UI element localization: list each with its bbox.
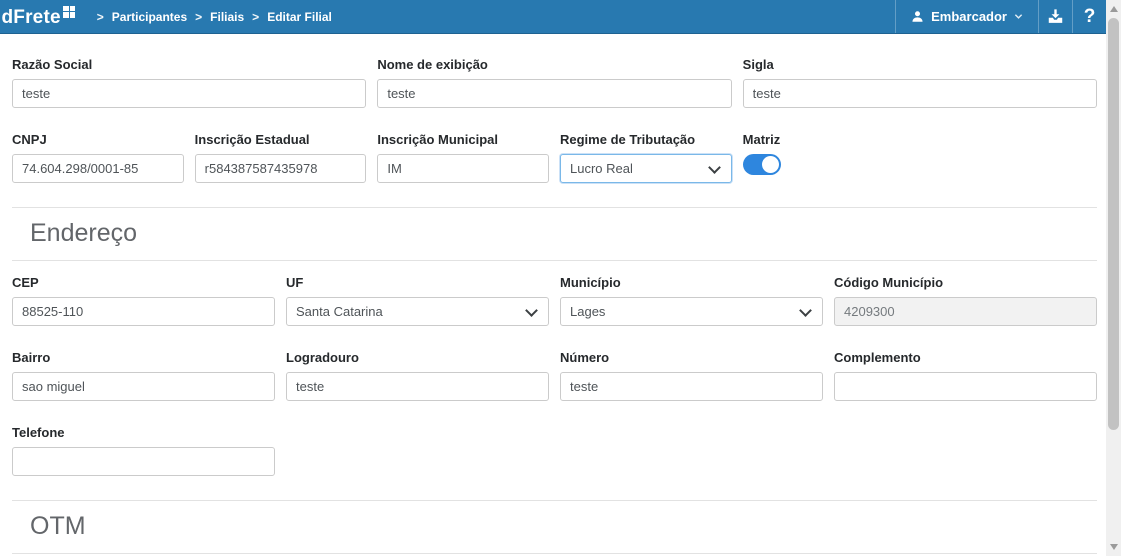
field-telefone: Telefone [12, 425, 275, 476]
cnpj-label: CNPJ [12, 132, 184, 147]
numero-input[interactable] [560, 372, 823, 401]
inscricao-estadual-label: Inscrição Estadual [195, 132, 367, 147]
scrollbar[interactable] [1106, 0, 1121, 556]
regime-tributacao-select[interactable]: Lucro Real [560, 154, 732, 183]
breadcrumb-chevron-icon: > [195, 10, 202, 24]
field-matriz: Matriz [743, 132, 915, 183]
cep-input[interactable] [12, 297, 275, 326]
field-cep: CEP [12, 275, 275, 326]
sigla-label: Sigla [743, 57, 1097, 72]
app-logo-text: ldFrete [0, 7, 61, 29]
field-regime-tributacao: Regime de Tributação Lucro Real [560, 132, 732, 183]
municipio-select[interactable]: Lages [560, 297, 823, 326]
complemento-input[interactable] [834, 372, 1097, 401]
cep-label: CEP [12, 275, 275, 290]
inscricao-municipal-label: Inscrição Municipal [377, 132, 549, 147]
bairro-input[interactable] [12, 372, 275, 401]
field-logradouro: Logradouro [286, 350, 549, 401]
field-municipio: Município Lages [560, 275, 823, 326]
breadcrumb-chevron-icon: > [97, 10, 104, 24]
bairro-label: Bairro [12, 350, 275, 365]
field-inscricao-estadual: Inscrição Estadual [195, 132, 367, 183]
field-codigo-municipio: Código Município [834, 275, 1097, 326]
breadcrumb: > Participantes > Filiais > Editar Filia… [89, 10, 332, 24]
breadcrumb-editar-filial[interactable]: Editar Filial [267, 10, 332, 24]
field-inscricao-municipal: Inscrição Municipal [377, 132, 549, 183]
field-numero: Número [560, 350, 823, 401]
field-razao-social: Razão Social [12, 57, 366, 108]
otm-section-title: OTM [12, 500, 1097, 554]
codigo-municipio-input [834, 297, 1097, 326]
sigla-input[interactable] [743, 79, 1097, 108]
uf-label: UF [286, 275, 549, 290]
scrollbar-down-arrow-icon[interactable] [1110, 544, 1118, 550]
field-bairro: Bairro [12, 350, 275, 401]
app-logo-icon [63, 6, 75, 18]
telefone-label: Telefone [12, 425, 275, 440]
endereco-section-title: Endereço [12, 207, 1097, 261]
codigo-municipio-label: Código Município [834, 275, 1097, 290]
logradouro-input[interactable] [286, 372, 549, 401]
help-button[interactable]: ? [1072, 0, 1106, 33]
user-menu[interactable]: Embarcador [895, 0, 1038, 33]
cnpj-input[interactable] [12, 154, 184, 183]
municipio-select-wrap: Lages [560, 297, 823, 326]
field-sigla: Sigla [743, 57, 1097, 108]
regime-tributacao-select-wrap: Lucro Real [560, 154, 732, 183]
municipio-label: Município [560, 275, 823, 290]
top-bar: ldFrete > Participantes > Filiais > Edit… [0, 0, 1121, 34]
edit-filial-form: Razão Social Nome de exibição Sigla CNPJ… [0, 34, 1106, 556]
uf-select[interactable]: Santa Catarina [286, 297, 549, 326]
inscricao-municipal-input[interactable] [377, 154, 549, 183]
user-menu-label: Embarcador [931, 9, 1007, 24]
field-complemento: Complemento [834, 350, 1097, 401]
nome-exibicao-label: Nome de exibição [377, 57, 731, 72]
breadcrumb-chevron-icon: > [252, 10, 259, 24]
field-uf: UF Santa Catarina [286, 275, 549, 326]
breadcrumb-filiais[interactable]: Filiais [210, 10, 244, 24]
field-nome-exibicao: Nome de exibição [377, 57, 731, 108]
razao-social-input[interactable] [12, 79, 366, 108]
inscricao-estadual-input[interactable] [195, 154, 367, 183]
field-cnpj: CNPJ [12, 132, 184, 183]
scrollbar-up-arrow-icon[interactable] [1110, 6, 1118, 12]
matriz-label: Matriz [743, 132, 915, 147]
numero-label: Número [560, 350, 823, 365]
download-icon [1046, 7, 1065, 26]
scrollbar-thumb[interactable] [1108, 18, 1119, 430]
nome-exibicao-input[interactable] [377, 79, 731, 108]
uf-select-wrap: Santa Catarina [286, 297, 549, 326]
logradouro-label: Logradouro [286, 350, 549, 365]
matriz-toggle[interactable] [743, 154, 781, 175]
app-logo[interactable]: ldFrete [0, 4, 75, 29]
telefone-input[interactable] [12, 447, 275, 476]
chevron-down-icon [1014, 12, 1023, 21]
user-icon [911, 10, 924, 23]
complemento-label: Complemento [834, 350, 1097, 365]
breadcrumb-participantes[interactable]: Participantes [112, 10, 187, 24]
download-button[interactable] [1038, 0, 1072, 33]
regime-tributacao-label: Regime de Tributação [560, 132, 732, 147]
razao-social-label: Razão Social [12, 57, 366, 72]
top-bar-actions: Embarcador ? [895, 0, 1106, 33]
